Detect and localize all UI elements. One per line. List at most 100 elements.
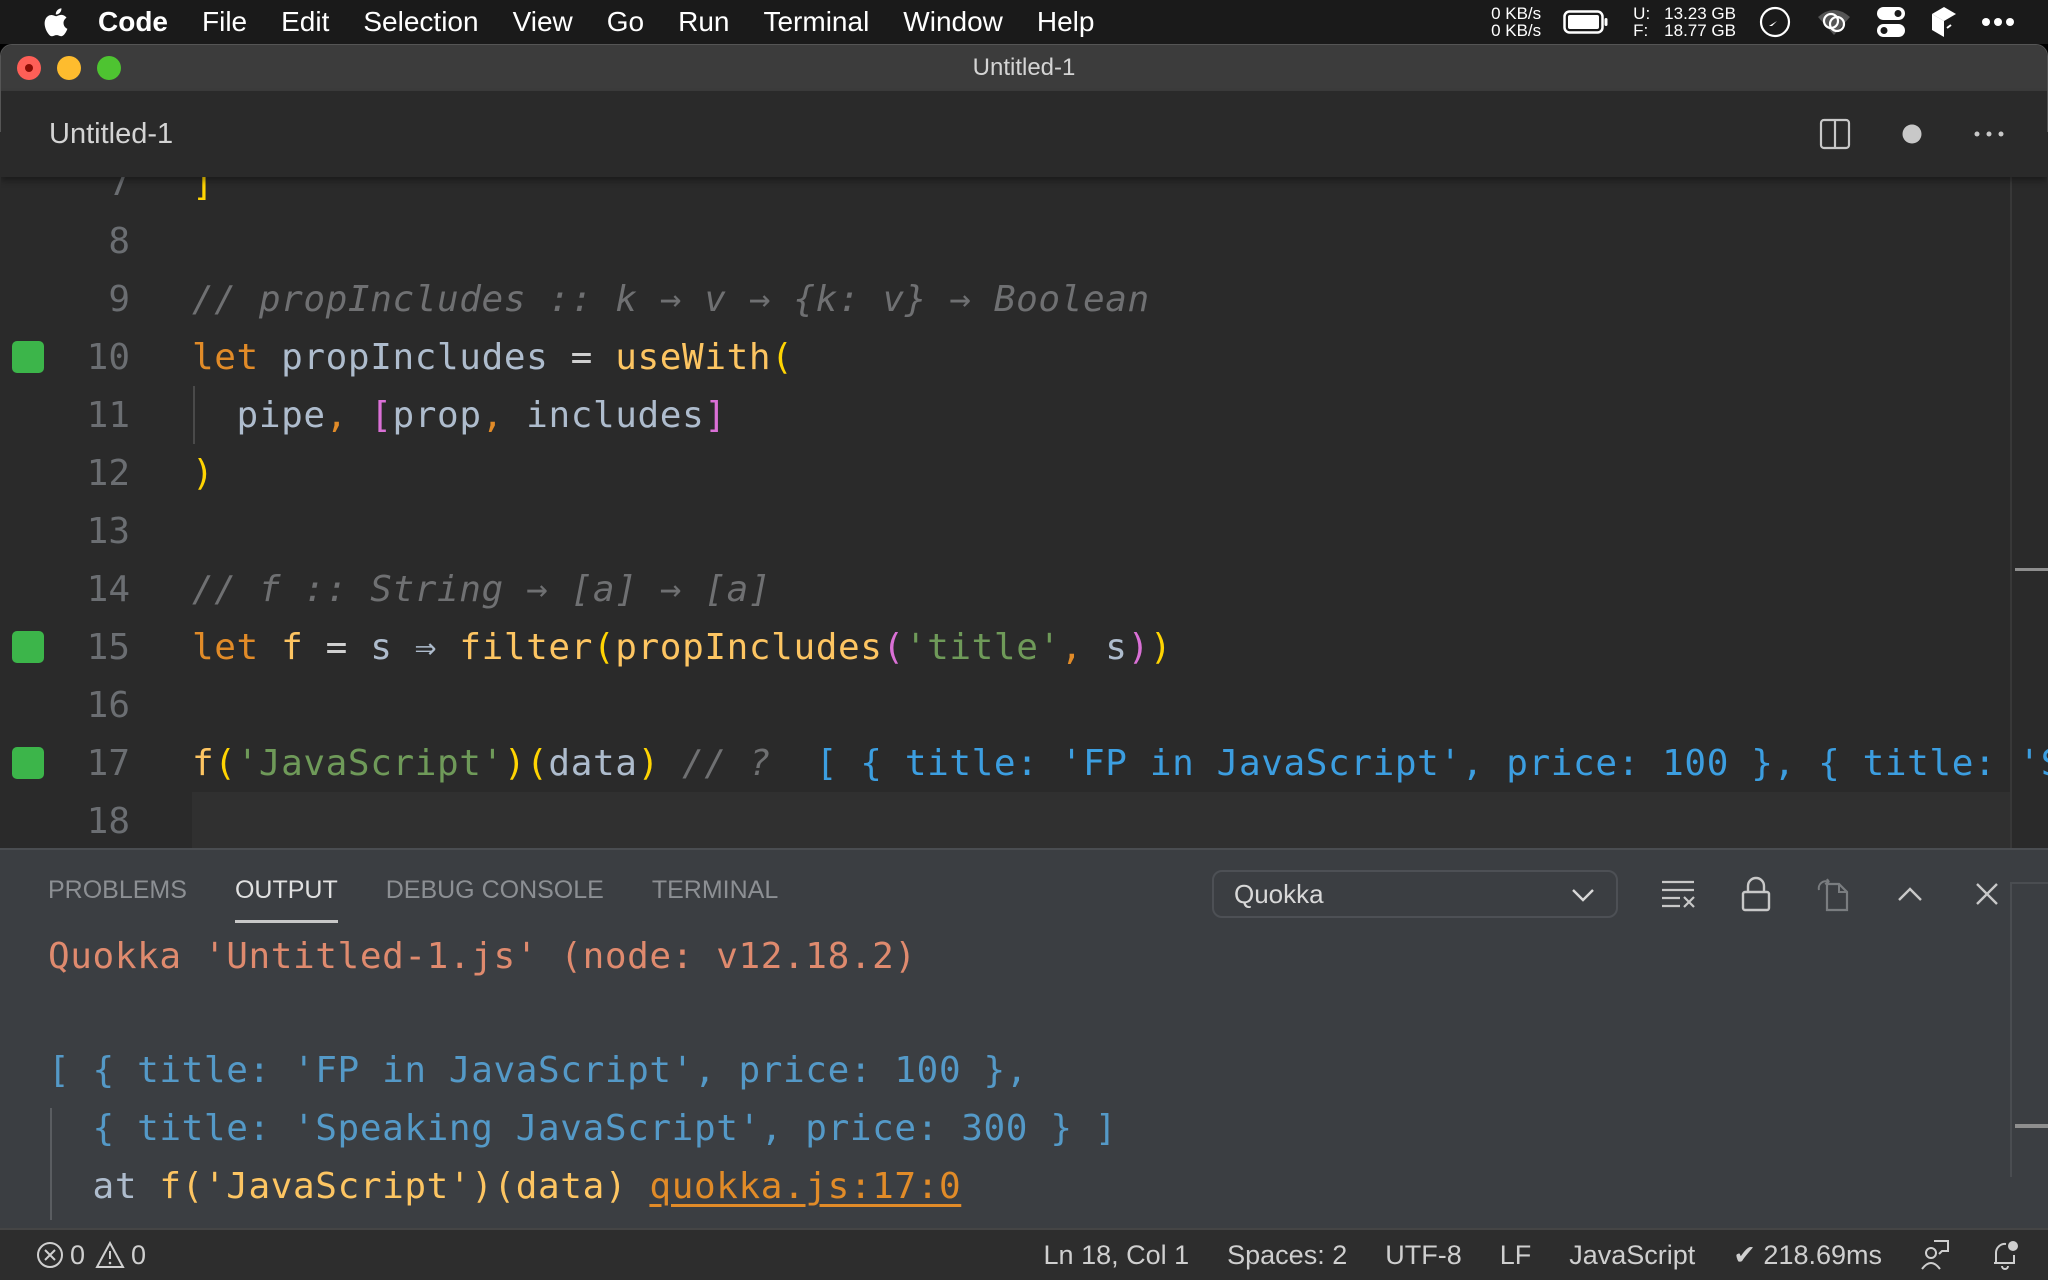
lock-scroll-icon[interactable] — [1717, 868, 1794, 920]
disk-free-label: F: — [1633, 21, 1649, 40]
operator-token: = — [570, 336, 593, 378]
disk-used: 13.23 GB — [1664, 4, 1736, 23]
editor-actions — [1796, 91, 2027, 177]
menu-selection[interactable]: Selection — [363, 6, 478, 38]
code-line: 18 — [0, 792, 2010, 848]
menubar-status-area: 0 KB/s 0 KB/s U: F: 13.23 GB 18.77 GB — [1491, 0, 2048, 44]
line-code: // f :: String → [a] → [a] — [192, 569, 771, 610]
output-channel-value: Quokka — [1234, 878, 1324, 909]
comment-token: // ? — [659, 742, 794, 784]
macos-menubar: Code File Edit Selection View Go Run Ter… — [0, 0, 2048, 44]
notifications-bell-icon[interactable] — [1990, 1239, 2020, 1271]
more-menubar-icon[interactable] — [1982, 17, 2014, 27]
line-number: 18 — [86, 800, 130, 842]
close-panel-icon[interactable] — [1948, 868, 2025, 920]
line-number: 16 — [86, 684, 130, 726]
code-line: 9 // propIncludes :: k → v → {k: v} → Bo… — [0, 270, 2010, 328]
bracket-token: ( — [592, 626, 616, 668]
indentation-status[interactable]: Spaces: 2 — [1227, 1240, 1347, 1271]
quokka-timing[interactable]: ✔ 218.69ms — [1733, 1240, 1882, 1271]
status-bar-right: Ln 18, Col 1 Spaces: 2 UTF-8 LF JavaScri… — [1044, 1230, 2048, 1280]
menu-run[interactable]: Run — [678, 6, 729, 38]
string-token: 'title' — [904, 626, 1061, 668]
indent-guide — [50, 1108, 52, 1220]
panel-scroll-marker — [2015, 1124, 2048, 1128]
identifier-token: s — [1083, 626, 1128, 668]
menu-file[interactable]: File — [202, 6, 247, 38]
tab-problems[interactable]: PROBLEMS — [48, 876, 187, 923]
more-actions-icon[interactable] — [1950, 131, 2027, 137]
editor-tab-title[interactable]: Untitled-1 — [49, 118, 173, 151]
source-location-link[interactable]: quokka.js:17:0 — [649, 1166, 961, 1207]
menu-app-code[interactable]: Code — [98, 6, 168, 38]
output-space — [627, 1166, 649, 1207]
tab-debug-console[interactable]: DEBUG CONSOLE — [386, 876, 604, 923]
line-number: 14 — [86, 568, 130, 610]
control-center-icon[interactable] — [1876, 6, 1906, 38]
menu-terminal[interactable]: Terminal — [763, 6, 869, 38]
comment-token: // f :: String → [a] → [a] — [192, 568, 772, 610]
line-code: f('JavaScript')(data) // ? [ { title: 'F… — [192, 743, 2048, 784]
maximize-panel-icon[interactable] — [1871, 868, 1948, 920]
clock-gauge-icon[interactable] — [1758, 5, 1792, 39]
warning-icon — [95, 1241, 125, 1269]
bracket-token: ) — [1149, 626, 1173, 668]
tab-output[interactable]: OUTPUT — [234, 876, 338, 923]
window-titlebar: Untitled-1 — [1, 45, 2047, 91]
menu-edit[interactable]: Edit — [281, 6, 329, 38]
output-at: at — [48, 1166, 160, 1207]
operator-token: = — [325, 626, 348, 668]
language-mode[interactable]: JavaScript — [1569, 1240, 1695, 1271]
panel-scrollbar-track[interactable] — [2010, 882, 2012, 1177]
menu-window[interactable]: Window — [903, 6, 1003, 38]
identifier-token: propIncludes — [258, 336, 571, 378]
line-code: let f = s ⇒ filter(propIncludes('title',… — [192, 627, 1172, 668]
problems-status[interactable]: 0 0 — [36, 1240, 156, 1271]
network-down: 0 KB/s — [1491, 21, 1542, 40]
disk-usage[interactable]: 13.23 GB 18.77 GB — [1664, 5, 1736, 39]
line-number: 15 — [86, 626, 130, 668]
network-speed[interactable]: 0 KB/s 0 KB/s — [1491, 5, 1541, 39]
menu-go[interactable]: Go — [607, 6, 644, 38]
battery-icon[interactable] — [1563, 10, 1609, 34]
output-panel: PROBLEMS OUTPUT DEBUG CONSOLE TERMINAL Q… — [0, 848, 2048, 1228]
arrow-token: ⇒ — [414, 626, 438, 668]
bracket-token: ) — [637, 742, 660, 784]
app-cube-icon[interactable] — [1930, 6, 1958, 38]
unsaved-dot-icon[interactable] — [1873, 124, 1950, 144]
line-number: 17 — [86, 742, 130, 784]
output-channel-select[interactable]: Quokka — [1212, 870, 1618, 918]
clear-output-icon[interactable] — [1640, 868, 1717, 920]
error-icon — [36, 1241, 64, 1269]
code-editor[interactable]: 7 ] 8 9 // propIncludes :: k → v → {k: v… — [0, 132, 2048, 848]
panel-scrollbar-border — [2010, 882, 2048, 884]
function-token: propIncludes — [615, 626, 883, 668]
function-token: useWith — [592, 336, 772, 378]
encoding-status[interactable]: UTF-8 — [1385, 1240, 1462, 1271]
function-token: filter — [437, 626, 593, 668]
tab-terminal[interactable]: TERMINAL — [652, 876, 778, 923]
eol-status[interactable]: LF — [1500, 1240, 1532, 1271]
menu-view[interactable]: View — [513, 6, 573, 38]
code-line: 17 f('JavaScript')(data) // ? [ { title:… — [0, 734, 2048, 792]
panel-tabs: PROBLEMS OUTPUT DEBUG CONSOLE TERMINAL — [48, 876, 826, 923]
split-editor-icon[interactable] — [1796, 118, 1873, 150]
wifi-link-icon[interactable] — [1816, 7, 1852, 37]
open-log-file-icon[interactable] — [1794, 868, 1871, 920]
apple-menu-icon[interactable] — [40, 7, 70, 37]
bracket-token: ( — [526, 742, 549, 784]
output-result-line: [ { title: 'FP in JavaScript', price: 10… — [48, 1050, 1029, 1091]
identifier-token: s — [347, 626, 415, 668]
editor-scrollbar-track[interactable] — [2010, 132, 2012, 848]
menu-help[interactable]: Help — [1037, 6, 1095, 38]
keyword-token: let — [192, 626, 259, 668]
keyword-token: let — [192, 336, 259, 378]
cursor-position[interactable]: Ln 18, Col 1 — [1044, 1240, 1190, 1271]
bracket-token: ) — [192, 452, 215, 494]
feedback-icon[interactable] — [1920, 1239, 1950, 1271]
bracket-token: ) — [503, 742, 527, 784]
code-line: 11 pipe, [prop, includes] — [0, 386, 2010, 444]
network-up: 0 KB/s — [1491, 4, 1542, 23]
code-line: 14 // f :: String → [a] → [a] — [0, 560, 2010, 618]
